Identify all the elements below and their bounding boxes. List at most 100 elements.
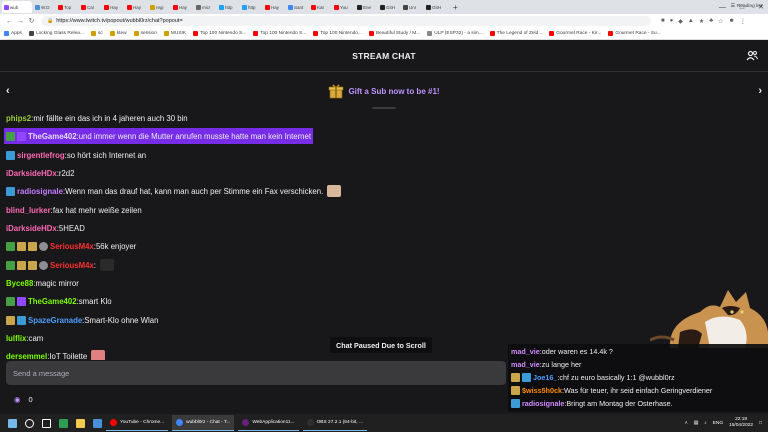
photos-icon[interactable] <box>93 418 102 428</box>
chat-message[interactable]: SpazeGranade: Smart-Klo ohne Wlan <box>6 312 158 328</box>
browser-tab[interactable]: wub <box>2 1 32 13</box>
bookmark-item[interactable]: Top 100 Nintendo S... <box>193 31 246 36</box>
bookmark-item[interactable]: Gourmet Race - Su... <box>608 31 661 36</box>
bookmark-item[interactable]: Apps <box>4 31 22 36</box>
chat-message[interactable]: TheGame402: smart Klo <box>6 293 112 309</box>
chevron-up-icon[interactable]: ˄ <box>685 421 688 426</box>
chat-message-username[interactable]: iDarksideHDx <box>6 169 57 178</box>
chat-paused-notice[interactable]: Chat Paused Due to Scroll <box>330 337 432 353</box>
bookmark-item[interactable]: Top 100 Nintendo S... <box>253 31 306 36</box>
clock[interactable]: 22:19 15/04/2022 <box>729 417 753 429</box>
chat-message[interactable]: SeriousM4x: 56k enjoyer <box>6 238 136 254</box>
chat-message[interactable]: TheGame402: und immer wenn die Mutter an… <box>4 128 314 144</box>
profile-icon[interactable]: ☻ <box>729 18 735 25</box>
chat-message[interactable]: Byce88: magic mirror <box>6 275 79 291</box>
chat-message-username[interactable]: phips2 <box>6 114 31 123</box>
chat-message[interactable]: blind_lurker: fax hat mehr weiße zeilen <box>6 202 142 218</box>
chat-message[interactable]: SeriousM4x: <box>6 257 114 273</box>
browser-tab[interactable]: micr <box>194 1 216 13</box>
excel-icon[interactable] <box>59 418 68 428</box>
reading-list-button[interactable]: ☰ Reading list <box>731 0 762 12</box>
bookmark-item[interactable]: Beautiful Study / M... <box>368 31 420 36</box>
browser-tab[interactable]: Hay <box>102 1 124 13</box>
browser-tab[interactable]: Unr <box>401 1 423 13</box>
chat-message-username[interactable]: SeriousM4x <box>50 242 94 251</box>
browser-tab[interactable]: W.D <box>33 1 55 13</box>
bookmark-item[interactable]: MUSIK <box>163 31 186 36</box>
overlay-line-username[interactable]: mad_vie <box>511 347 540 356</box>
browser-tab[interactable]: Ene <box>355 1 377 13</box>
bookmark-item[interactable]: ktew <box>109 31 127 36</box>
browser-tab[interactable]: Hay <box>171 1 193 13</box>
back-icon[interactable]: ← <box>4 18 15 25</box>
chat-message-username[interactable]: SpazeGranade <box>28 316 82 325</box>
chat-message[interactable]: iDarksideHDx: 5HEAD <box>6 220 85 236</box>
chat-message[interactable]: phips2: mir fällte ein das ich in 4 jahe… <box>6 110 188 126</box>
bookmark-item[interactable]: sc <box>90 31 103 36</box>
extension-icon[interactable]: ★ <box>699 18 704 25</box>
chat-message-username[interactable]: lulflix <box>6 334 26 343</box>
bookmark-item[interactable]: session <box>133 31 157 36</box>
browser-tab[interactable]: GitH <box>424 1 446 13</box>
chat-message-username[interactable]: TheGame402 <box>28 132 77 141</box>
address-bar[interactable]: 🔒 https://www.twitch.tv/popout/wubbl0rz/… <box>41 16 651 26</box>
chat-message[interactable]: lulflix: cam <box>6 330 43 346</box>
taskbar-app[interactable]: OBS 27.2.1 (64-bit, ... <box>302 415 367 431</box>
chat-message[interactable]: sirgentlefrog: so hört sich Internet an <box>6 147 146 163</box>
network-icon[interactable]: ▤ <box>694 421 699 426</box>
file-explorer-icon[interactable] <box>76 418 85 428</box>
extension-icon[interactable]: ■ <box>661 18 665 25</box>
notifications-icon[interactable]: □ <box>759 421 762 426</box>
browser-tab[interactable]: http <box>217 1 239 13</box>
browser-tab[interactable]: regi <box>148 1 170 13</box>
bookmark-item[interactable]: ULP (ESP32) - a sim... <box>427 31 483 36</box>
banner-drag-handle[interactable] <box>372 107 396 109</box>
chat-message-username[interactable]: Byce88 <box>6 279 33 288</box>
volume-icon[interactable]: ♪ <box>704 421 706 426</box>
browser-tab[interactable]: Cal <box>79 1 101 13</box>
menu-icon[interactable]: ⋮ <box>740 18 746 25</box>
extension-icon[interactable]: ▲ <box>688 18 694 25</box>
chat-message-username[interactable]: TheGame402 <box>28 297 77 306</box>
chevron-left-icon[interactable]: ‹ <box>6 85 10 97</box>
bookmark-item[interactable]: Locking Glass Relea... <box>28 31 84 36</box>
chat-message[interactable]: dersemmel: IoT Toilette <box>6 348 106 361</box>
taskbar-app[interactable]: wubbl0rz - Chat - T... <box>172 415 235 431</box>
chat-message[interactable]: radiosignale: Wenn man das drauf hat, ka… <box>6 183 342 199</box>
overlay-line-username[interactable]: $wiss5h0ck <box>522 386 562 395</box>
browser-tab[interactable]: Hay <box>263 1 285 13</box>
extension-icon[interactable]: ◆ <box>678 18 683 25</box>
bookmark-item[interactable]: Top 100 Nintendo... <box>313 31 362 36</box>
chat-message-username[interactable]: sirgentlefrog <box>17 151 65 160</box>
chat-message-username[interactable]: SeriousM4x <box>50 261 94 270</box>
browser-tab[interactable]: http <box>240 1 262 13</box>
chat-message[interactable]: iDarksideHDx: r2d2 <box>6 165 74 181</box>
channel-points[interactable]: ◉ 0 <box>14 395 33 404</box>
overlay-line-username[interactable]: radiosignale <box>522 399 564 408</box>
browser-tab[interactable]: Sant <box>286 1 308 13</box>
bookmark-item[interactable]: The Legend of Zeld... <box>489 31 542 36</box>
windows-start-icon[interactable] <box>8 418 17 428</box>
puzzle-icon[interactable]: ♣ <box>709 18 713 25</box>
browser-tab[interactable]: You <box>332 1 354 13</box>
chat-message-username[interactable]: iDarksideHDx <box>6 224 57 233</box>
browser-tab[interactable]: Kat <box>309 1 331 13</box>
forward-icon[interactable]: → <box>15 18 26 25</box>
task-view-icon[interactable] <box>42 418 51 428</box>
chat-message-username[interactable]: blind_lurker <box>6 206 51 215</box>
taskbar-app[interactable]: WebApplication11... <box>238 415 299 431</box>
language-indicator[interactable]: ENG <box>713 421 723 426</box>
reload-icon[interactable]: ↻ <box>26 17 37 25</box>
bookmark-item[interactable]: Gourmet Race - Kir... <box>549 31 601 36</box>
new-tab-button[interactable]: + <box>453 3 458 12</box>
browser-tab[interactable]: Hay <box>125 1 147 13</box>
overlay-line-username[interactable]: mad_vie <box>511 360 540 369</box>
chat-message-username[interactable]: dersemmel <box>6 352 47 361</box>
taskbar-app[interactable]: YouTube - Chrome... <box>106 415 169 431</box>
overlay-line-username[interactable]: Joe16_ <box>533 373 557 382</box>
chevron-right-icon[interactable]: › <box>758 85 762 97</box>
chat-input[interactable]: Send a message <box>6 361 506 385</box>
star-icon[interactable]: ☆ <box>718 18 723 25</box>
browser-tab[interactable]: Top <box>56 1 78 13</box>
community-icon[interactable] <box>746 50 758 62</box>
